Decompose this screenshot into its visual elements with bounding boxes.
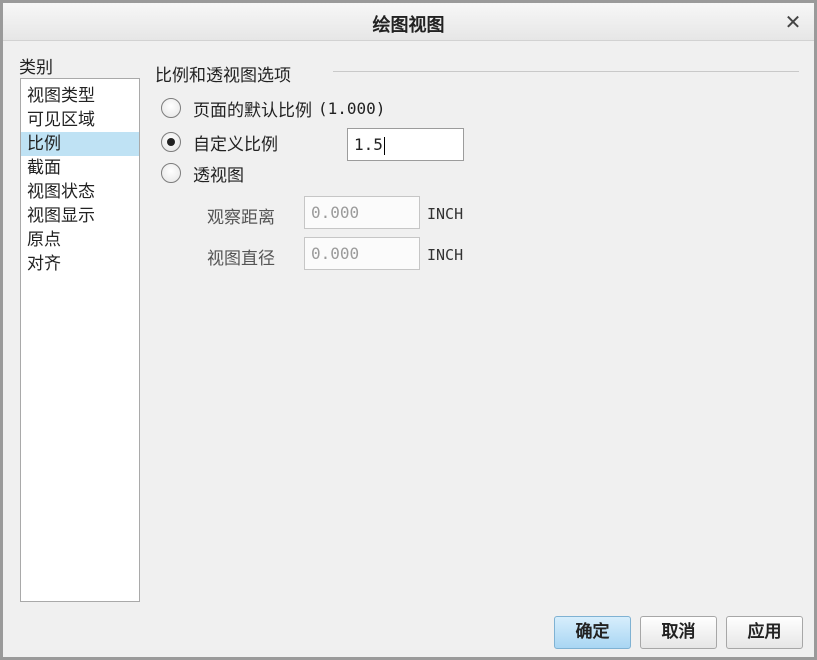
window-title: 绘图视图 <box>372 15 445 36</box>
radio-perspective[interactable]: 透视图 <box>161 161 244 186</box>
view-distance-label: 观察距离 <box>207 208 275 228</box>
view-diameter-input[interactable]: 0.000 <box>304 237 420 270</box>
radio-page-default-label: 页面的默认比例 <box>193 100 312 121</box>
radio-page-default-scale[interactable]: 页面的默认比例 (1.000) <box>161 96 386 121</box>
radio-button-page-default[interactable] <box>161 98 181 118</box>
close-icon[interactable]: ✕ <box>780 9 806 35</box>
apply-button[interactable]: 应用 <box>726 616 803 649</box>
view-diameter-label: 视图直径 <box>207 249 275 269</box>
ok-button[interactable]: 确定 <box>554 616 631 649</box>
category-item-alignment[interactable]: 对齐 <box>21 252 139 276</box>
category-item-view-state[interactable]: 视图状态 <box>21 180 139 204</box>
cancel-button[interactable]: 取消 <box>640 616 717 649</box>
view-distance-input[interactable]: 0.000 <box>304 196 420 229</box>
radio-custom-label: 自定义比例 <box>193 134 278 155</box>
category-item-origin[interactable]: 原点 <box>21 228 139 252</box>
view-diameter-unit: INCH <box>427 246 464 264</box>
category-item-visible-area[interactable]: 可见区域 <box>21 108 139 132</box>
radio-perspective-label: 透视图 <box>193 165 244 186</box>
scale-group-title: 比例和透视图选项 <box>155 66 291 86</box>
category-item-view-type[interactable]: 视图类型 <box>21 84 139 108</box>
category-label: 类别 <box>19 58 53 78</box>
radio-page-default-value: (1.000) <box>318 98 386 118</box>
radio-custom-scale[interactable]: 自定义比例 <box>161 130 278 155</box>
custom-scale-value: 1.5 <box>354 135 383 154</box>
radio-button-perspective[interactable] <box>161 163 181 183</box>
group-divider <box>333 71 799 72</box>
category-list: 视图类型 可见区域 比例 截面 视图状态 视图显示 原点 对齐 <box>20 78 140 602</box>
drawing-view-dialog: 绘图视图 ✕ 类别 视图类型 可见区域 比例 截面 视图状态 视图显示 原点 对… <box>0 0 817 660</box>
custom-scale-input[interactable]: 1.5 <box>347 128 464 161</box>
text-caret <box>383 136 385 155</box>
category-item-scale[interactable]: 比例 <box>21 132 139 156</box>
view-distance-unit: INCH <box>427 205 464 223</box>
category-item-view-display[interactable]: 视图显示 <box>21 204 139 228</box>
title-bar: 绘图视图 ✕ <box>3 3 814 41</box>
radio-button-custom[interactable] <box>161 132 181 152</box>
category-item-section[interactable]: 截面 <box>21 156 139 180</box>
